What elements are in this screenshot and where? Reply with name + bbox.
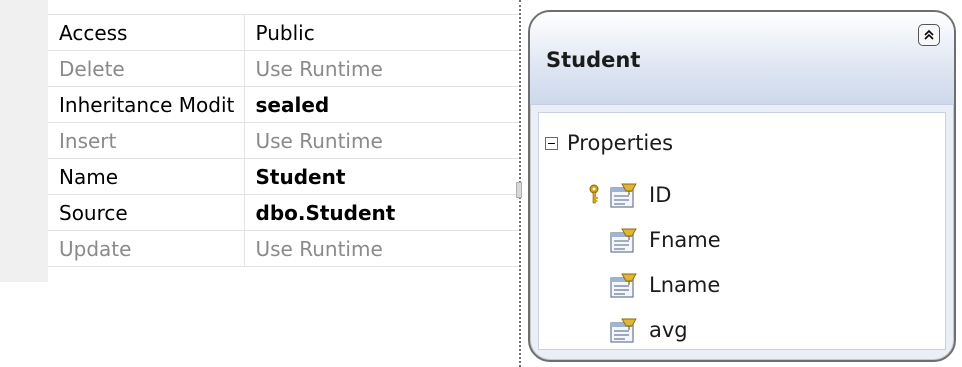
key-icon: [589, 184, 599, 204]
property-row[interactable]: Name Student: [48, 158, 518, 195]
property-row[interactable]: Access Public: [48, 14, 518, 51]
entity-header[interactable]: Student: [530, 12, 954, 105]
collapse-button[interactable]: [918, 24, 940, 46]
property-name: Inheritance Modit: [48, 86, 245, 123]
entity-property-item[interactable]: ID: [587, 175, 671, 215]
property-value[interactable]: Student: [244, 158, 518, 195]
section-label: Properties: [567, 131, 674, 155]
property-name: Access: [48, 14, 245, 51]
property-name: Source: [48, 194, 245, 231]
property-name: Insert: [48, 122, 245, 159]
property-name: Name: [48, 158, 245, 195]
entity-property-label: ID: [649, 183, 672, 207]
property-row[interactable]: Source dbo.Student: [48, 194, 518, 231]
property-row[interactable]: Insert Use Runtime: [48, 122, 518, 159]
property-row[interactable]: Inheritance Modit sealed: [48, 86, 518, 123]
property-name: Delete: [48, 50, 245, 87]
entity-body: Properties ID Fname Lname avg: [538, 112, 946, 350]
double-chevron-up-icon: [924, 29, 934, 40]
property-value[interactable]: sealed: [244, 86, 518, 123]
property-icon: [610, 273, 637, 298]
property-icon: [610, 228, 637, 253]
minus-box-icon[interactable]: [545, 136, 558, 150]
property-value[interactable]: dbo.Student: [244, 194, 518, 231]
properties-section-header[interactable]: Properties: [545, 131, 673, 155]
splitter-grip[interactable]: [516, 182, 522, 198]
property-table: Access Public Delete Use Runtime Inheritance…: [48, 14, 518, 267]
entity-property-label: avg: [649, 318, 688, 342]
property-name: Update: [48, 230, 245, 267]
property-value[interactable]: Use Runtime: [244, 230, 518, 267]
property-icon: [610, 183, 637, 208]
entity-property-item[interactable]: Lname: [587, 265, 720, 305]
entity-property-label: Fname: [649, 228, 721, 252]
property-row[interactable]: Delete Use Runtime: [48, 50, 518, 87]
property-grid: Access Public Delete Use Runtime Inheritance…: [0, 0, 518, 367]
entity-property-item[interactable]: Fname: [587, 220, 721, 260]
entity-shape-student[interactable]: Student Properties ID Fname Lname avg: [528, 10, 956, 362]
property-value[interactable]: Use Runtime: [244, 50, 518, 87]
property-value[interactable]: Public: [244, 14, 518, 51]
property-icon: [610, 318, 637, 343]
grid-gutter: [0, 0, 48, 282]
entity-property-item[interactable]: avg: [587, 310, 688, 350]
property-value[interactable]: Use Runtime: [244, 122, 518, 159]
entity-property-label: Lname: [649, 273, 721, 297]
entity-title: Student: [546, 48, 641, 72]
property-row[interactable]: Update Use Runtime: [48, 230, 518, 267]
